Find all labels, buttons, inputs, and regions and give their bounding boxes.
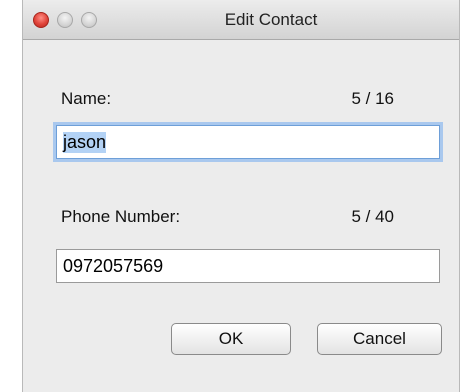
phone-number-input[interactable]: 0972057569 (56, 249, 440, 283)
name-input[interactable]: jason (56, 125, 440, 159)
name-input-value: jason (63, 131, 107, 153)
edit-contact-dialog: Edit Contact Name: 5 / 16 jason Phone Nu… (22, 0, 460, 392)
name-label: Name: (61, 89, 112, 108)
phone-number-label: Phone Number: (61, 207, 181, 226)
cancel-button[interactable]: Cancel (317, 323, 442, 355)
phone-number-char-counter: 5 / 40 (351, 207, 394, 226)
phone-number-input-value: 0972057569 (63, 255, 164, 276)
window-title: Edit Contact (224, 10, 318, 29)
ok-button[interactable]: OK (171, 323, 291, 355)
name-char-counter: 5 / 16 (351, 89, 394, 108)
title-bar[interactable]: Edit Contact (23, 0, 459, 40)
